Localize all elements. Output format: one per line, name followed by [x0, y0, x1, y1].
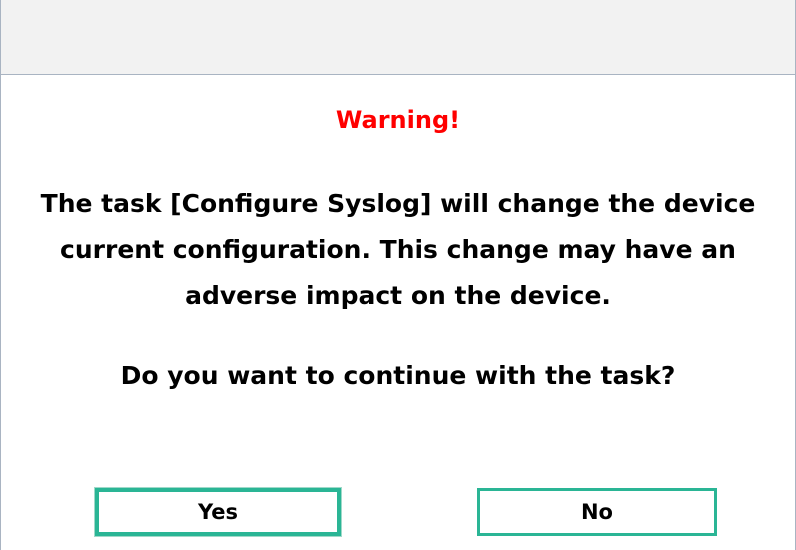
confirmation-dialog: Warning! The task [Configure Syslog] wil… — [0, 0, 796, 550]
message-line: The task [Configure Syslog] will change … — [40, 189, 756, 218]
confirmation-question: Do you want to continue with the task? — [120, 361, 676, 390]
no-button[interactable]: No — [477, 488, 717, 536]
message-line: current configuration. This change may h… — [60, 235, 736, 264]
yes-button[interactable]: Yes — [95, 488, 341, 536]
dialog-titlebar — [1, 0, 795, 75]
message-line: adverse impact on the device. — [185, 281, 611, 310]
warning-title: Warning! — [335, 106, 461, 134]
warning-message: The task [Configure Syslog] will change … — [1, 181, 795, 319]
